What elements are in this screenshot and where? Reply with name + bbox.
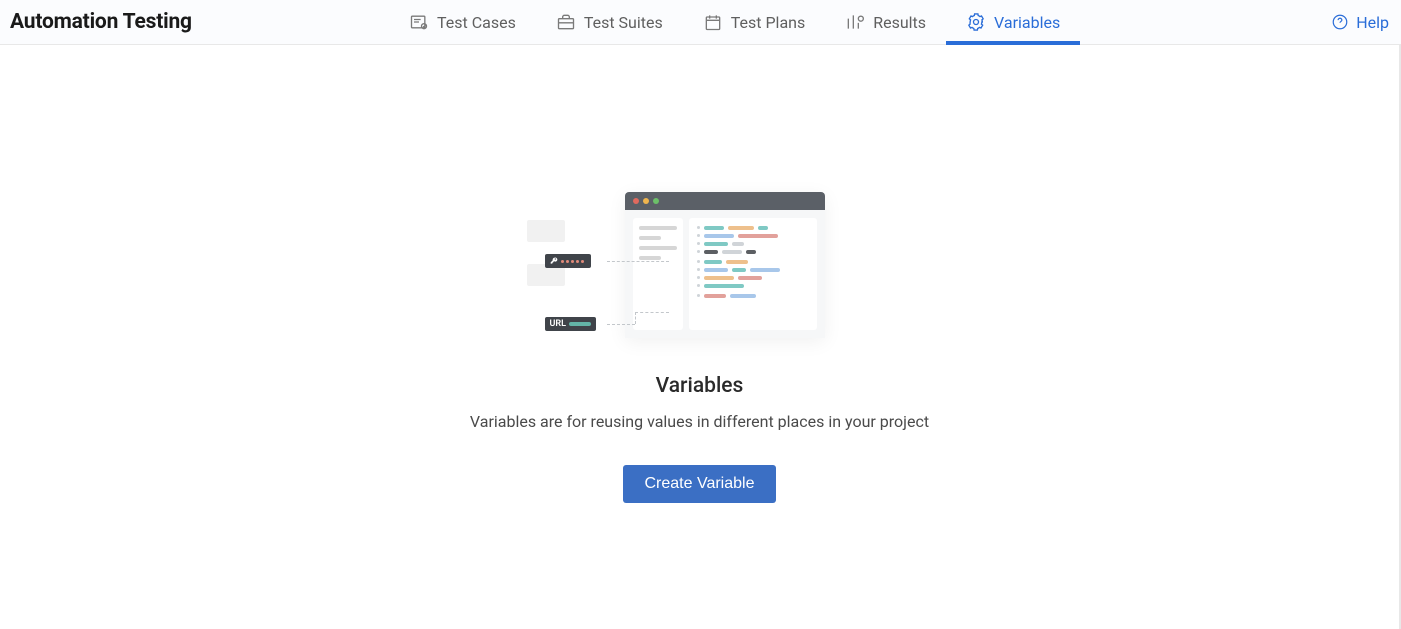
help-icon [1330, 12, 1350, 32]
test-suites-icon [556, 12, 576, 32]
test-cases-icon [409, 12, 429, 32]
illus-url-tag: URL [545, 317, 597, 331]
tab-label: Variables [994, 13, 1060, 32]
tab-test-cases[interactable]: Test Cases [389, 0, 536, 44]
empty-state-title: Variables [656, 374, 744, 398]
tab-results[interactable]: Results [825, 0, 946, 44]
help-link[interactable]: Help [1330, 12, 1389, 32]
tab-label: Test Plans [731, 13, 806, 32]
tab-test-plans[interactable]: Test Plans [683, 0, 826, 44]
tab-label: Test Cases [437, 13, 516, 32]
main-content: URL Variables Variables are for reusing … [0, 45, 1401, 629]
help-label: Help [1356, 13, 1389, 32]
create-variable-button[interactable]: Create Variable [623, 465, 777, 503]
header-bar: Automation Testing Test Cases Test Suite… [0, 0, 1401, 45]
results-icon [845, 12, 865, 32]
tab-label: Test Suites [584, 13, 663, 32]
illus-key-tag [545, 254, 591, 268]
variables-icon [966, 12, 986, 32]
empty-state-subtitle: Variables are for reusing values in diff… [470, 412, 929, 431]
test-plans-icon [703, 12, 723, 32]
empty-illustration: URL [575, 192, 825, 338]
tab-test-suites[interactable]: Test Suites [536, 0, 683, 44]
tab-variables[interactable]: Variables [946, 0, 1080, 44]
tab-label: Results [873, 13, 926, 32]
nav-tabs: Test Cases Test Suites Test Plans [389, 0, 1080, 44]
page-title: Automation Testing [10, 10, 192, 34]
